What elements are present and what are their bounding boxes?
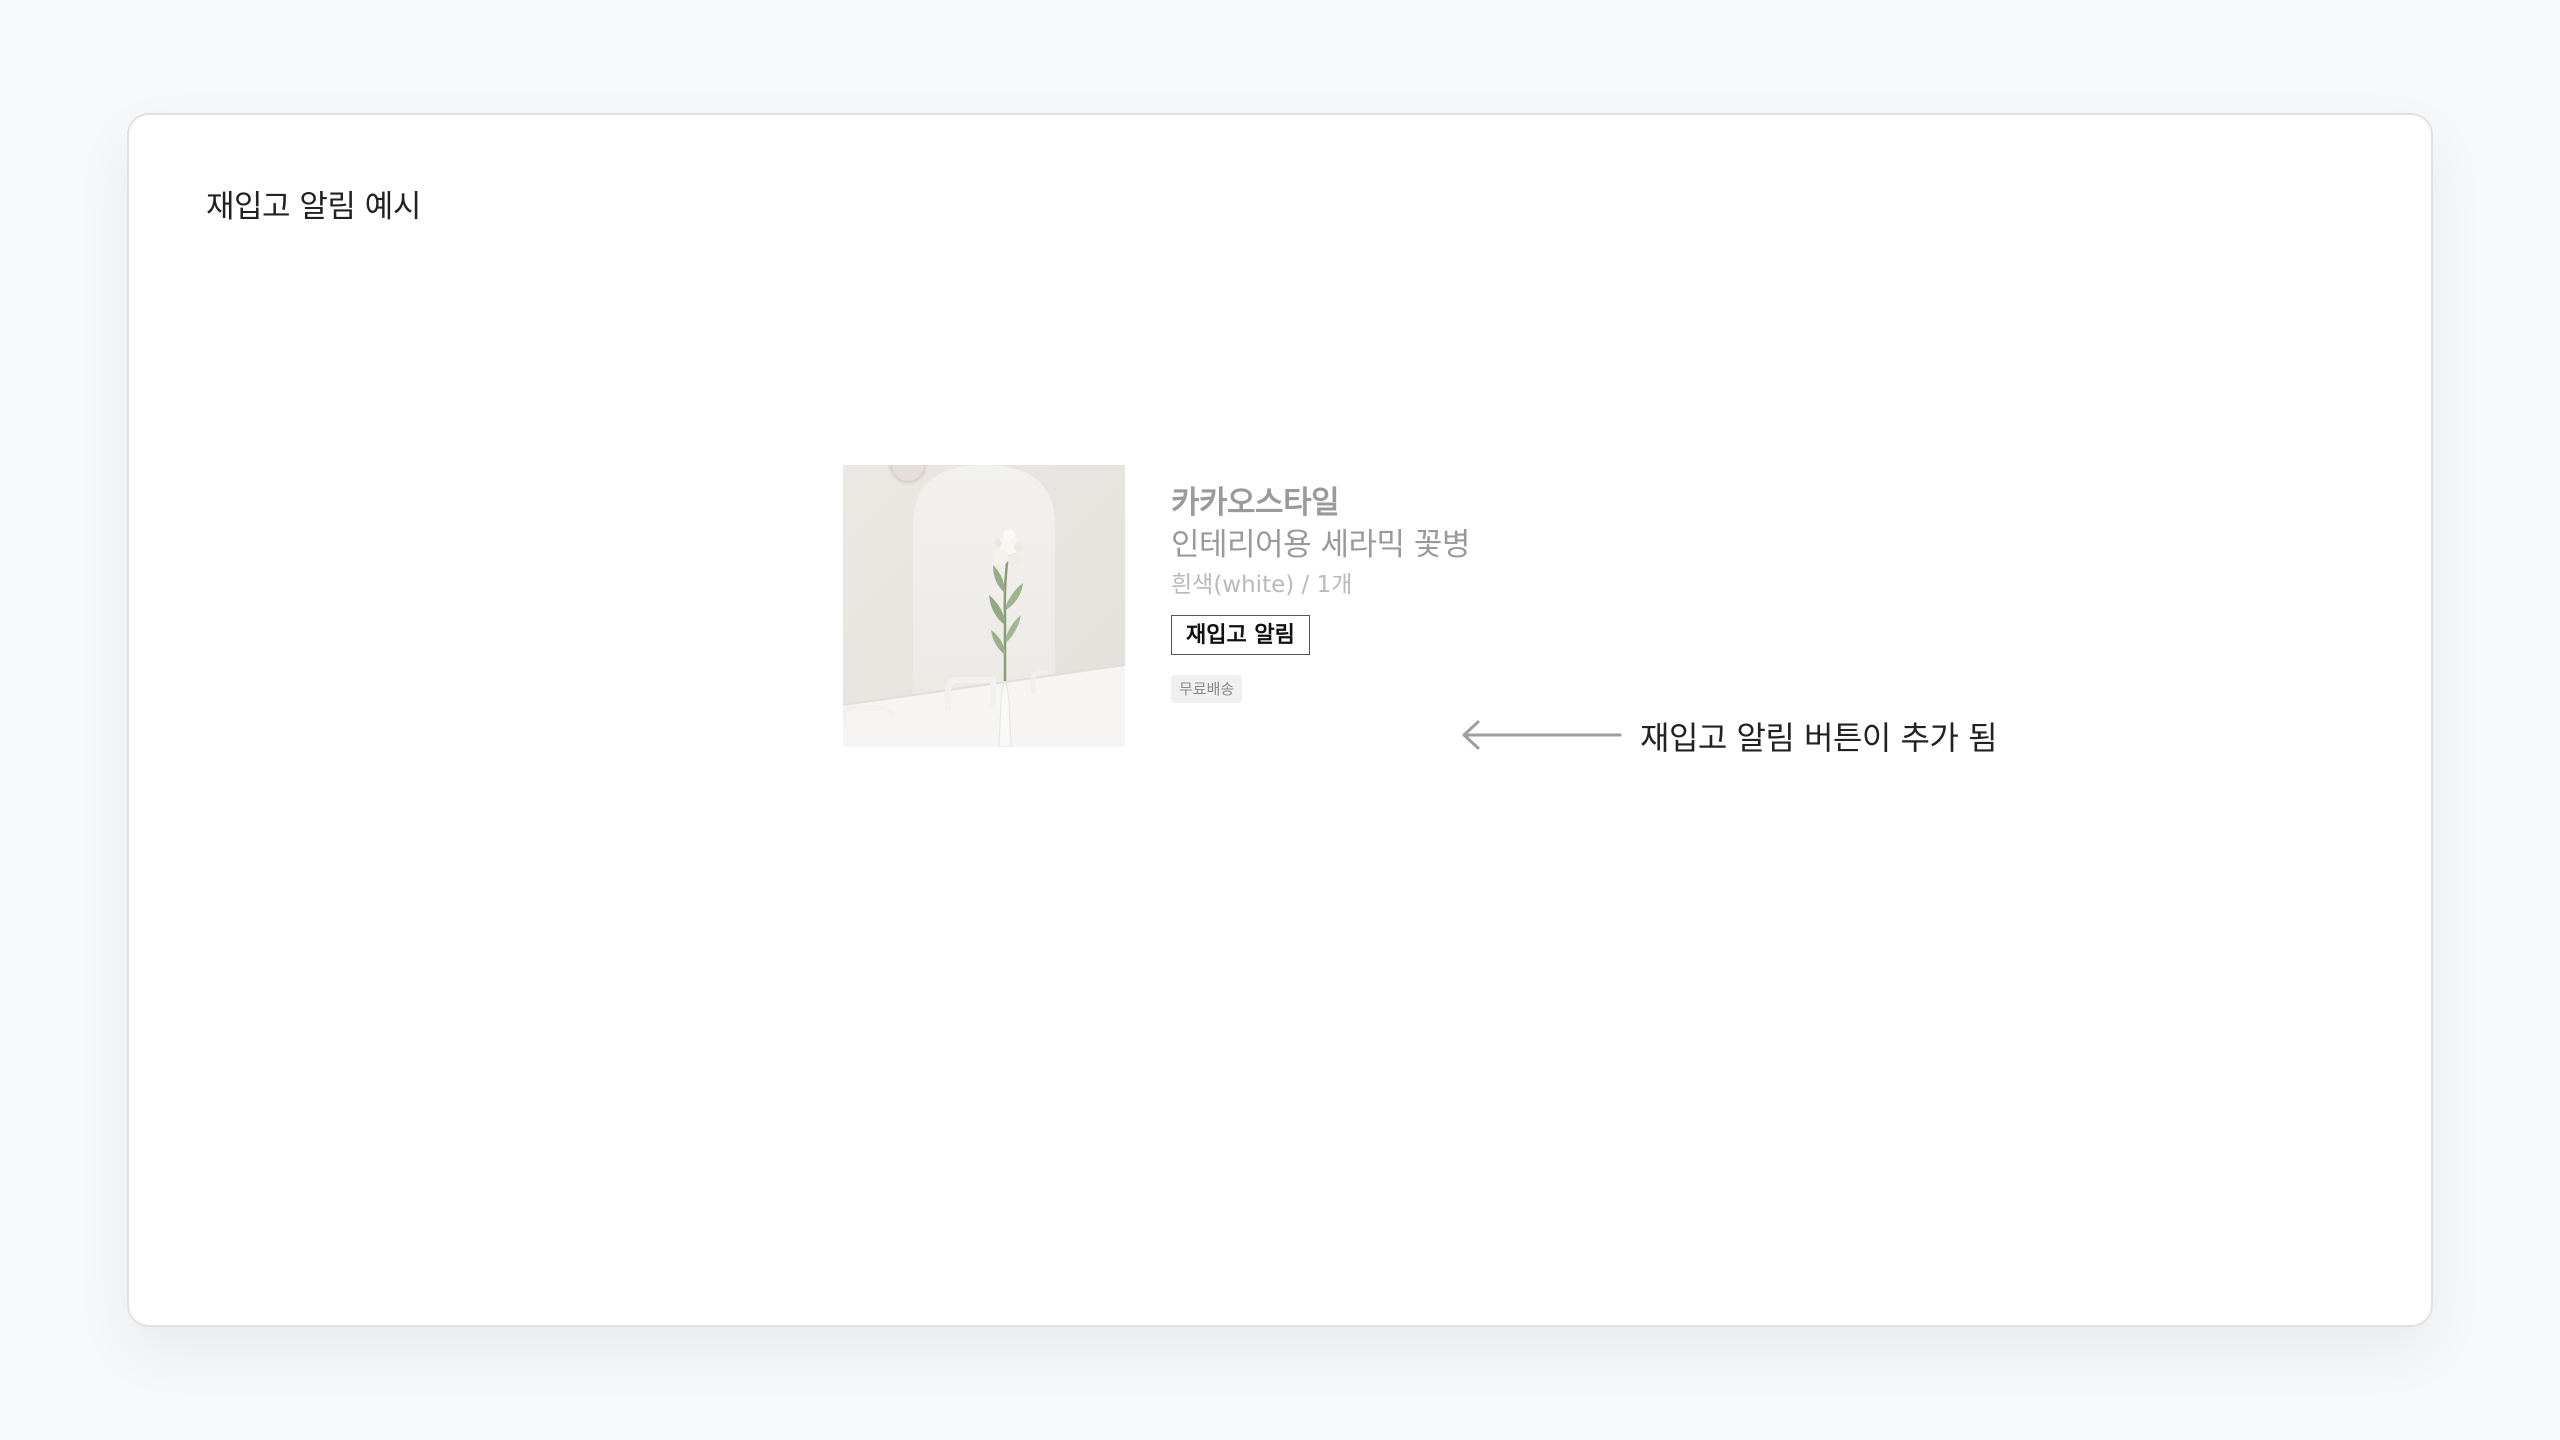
arrow-left-icon <box>1462 720 1622 750</box>
product-name: 인테리어용 세라믹 꽃병 <box>1171 527 1470 563</box>
product-brand: 카카오스타일 <box>1171 485 1340 521</box>
annotation-text: 재입고 알림 버튼이 추가 됨 <box>1640 719 1998 757</box>
card-title: 재입고 알림 예시 <box>206 189 421 225</box>
example-card: 재입고 알림 예시 <box>127 113 2433 1327</box>
restock-alert-button[interactable]: 재입고 알림 <box>1171 615 1310 655</box>
product-option: 흰색(white) / 1개 <box>1171 572 1353 598</box>
product-thumbnail <box>843 465 1125 747</box>
free-shipping-tag: 무료배송 <box>1171 675 1243 703</box>
